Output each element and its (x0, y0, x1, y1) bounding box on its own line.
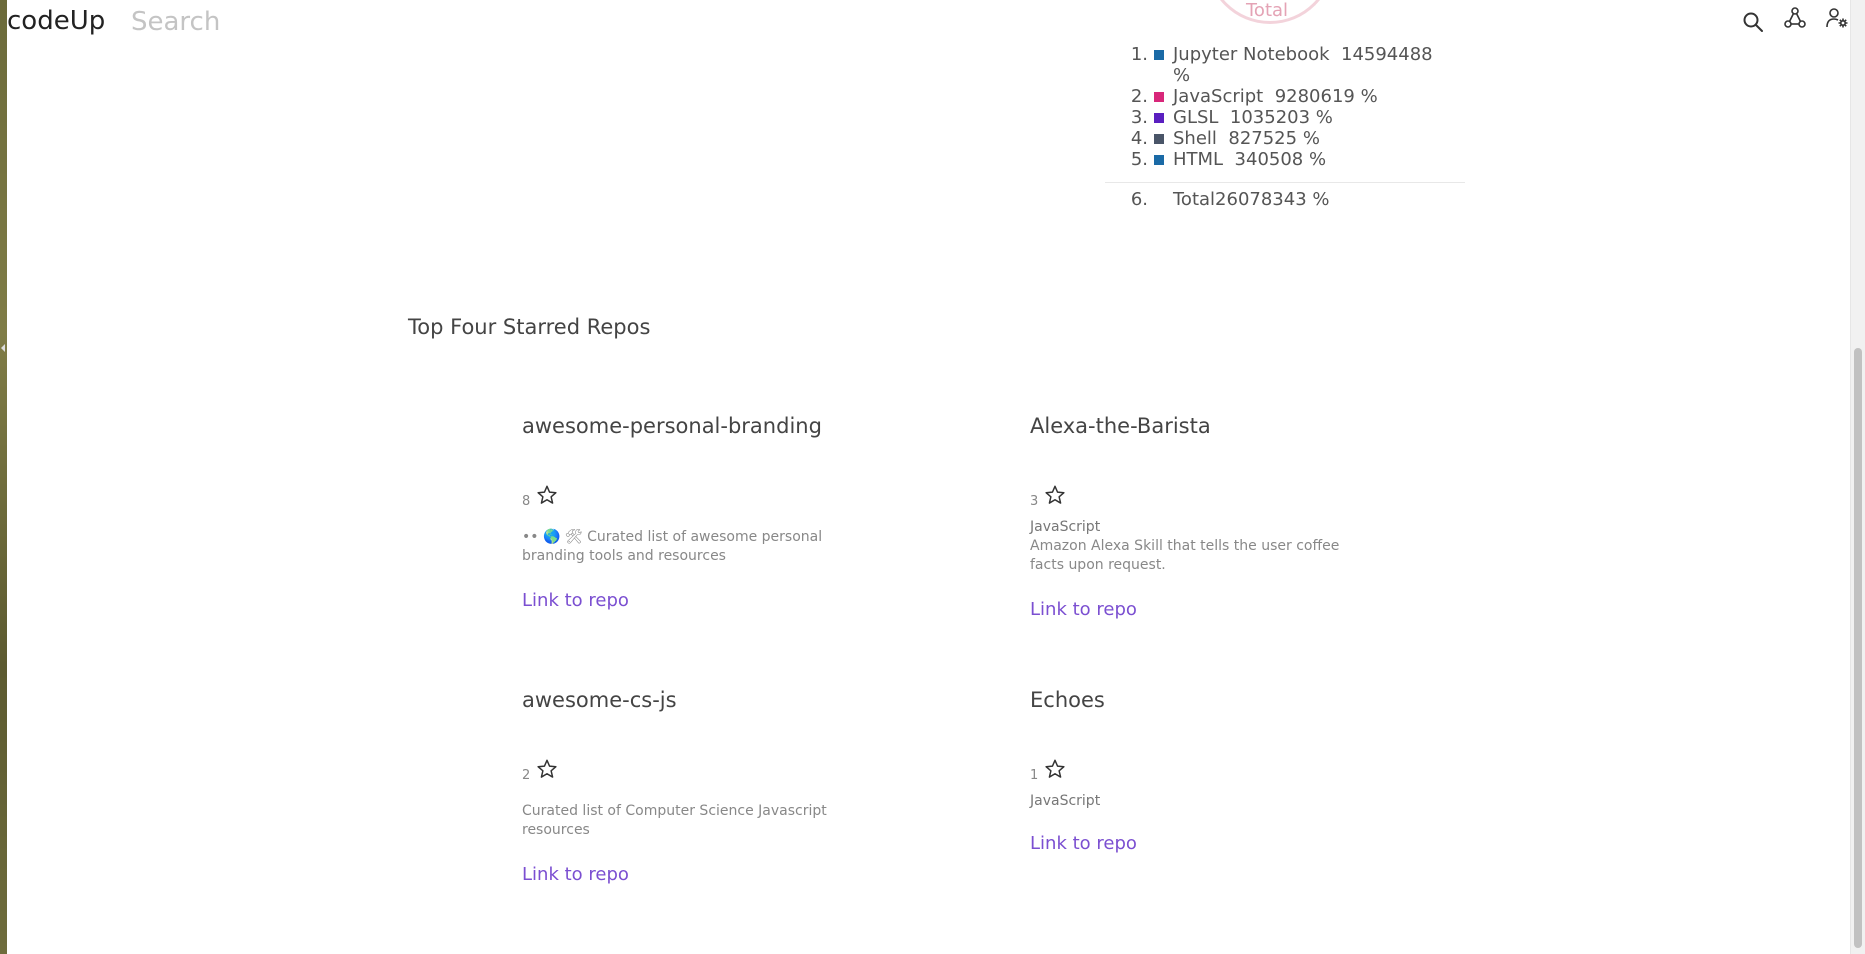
color-swatch (1154, 50, 1164, 60)
repo-stars: 3 (1030, 485, 1360, 509)
language-name: Shell (1173, 128, 1217, 149)
language-item: 5. HTML 340508 % (1105, 149, 1465, 170)
color-swatch (1154, 92, 1164, 102)
language-value: 1035203 (1229, 107, 1311, 128)
list-number: 5. (1130, 149, 1148, 170)
language-name: GLSL (1173, 107, 1219, 128)
repo-link[interactable]: Link to repo (1030, 833, 1137, 854)
repo-link[interactable]: Link to repo (1030, 599, 1137, 620)
language-value: 827525 (1228, 128, 1298, 149)
star-count: 8 (522, 494, 531, 509)
repo-card: Echoes 1 JavaScript Link to repo (1030, 688, 1360, 854)
repo-stars: 1 (1030, 759, 1360, 783)
repo-stars: 2 (522, 759, 852, 783)
list-number: 3. (1130, 107, 1148, 128)
list-number: 6. (1130, 189, 1148, 210)
language-item: 4. Shell 827525 % (1105, 128, 1465, 149)
repo-language: JavaScript (1030, 519, 1101, 535)
color-swatch (1154, 155, 1164, 165)
chart-center-label: Total (1246, 0, 1289, 21)
language-unit: % (1173, 65, 1191, 86)
language-unit: % (1360, 86, 1378, 107)
list-number: 4. (1130, 128, 1148, 149)
language-total: 6. Total26078343 % (1105, 182, 1465, 210)
language-item: 1. Jupyter Notebook 14594488 % (1105, 44, 1465, 86)
repo-language: JavaScript (1030, 793, 1101, 809)
language-value: 340508 (1234, 149, 1304, 170)
language-unit: % (1302, 128, 1320, 149)
language-name: HTML (1173, 149, 1224, 170)
total-label: Total26078343 % (1173, 189, 1330, 210)
repo-stars: 8 (522, 485, 852, 509)
star-icon[interactable] (1044, 758, 1066, 780)
star-count: 1 (1030, 768, 1039, 783)
language-legend: 1. Jupyter Notebook 14594488 % 2. JavaSc… (1105, 44, 1465, 210)
repo-link[interactable]: Link to repo (522, 590, 629, 611)
star-icon[interactable] (536, 758, 558, 780)
repo-description: Curated list of Computer Science Javascr… (522, 803, 827, 838)
app-logo[interactable]: codeUp (7, 6, 105, 36)
language-entry: JavaScript 9280619 % (1173, 86, 1433, 107)
repo-link[interactable]: Link to repo (522, 864, 629, 885)
star-icon[interactable] (1044, 484, 1066, 506)
language-name: Jupyter Notebook (1173, 44, 1330, 65)
star-count: 2 (522, 768, 531, 783)
repo-description: •• 🌎 🛠 Curated list of awesome personal … (522, 529, 823, 564)
language-value: 9280619 (1274, 86, 1355, 107)
repo-card: Alexa-the-Barista 3 JavaScript Amazon Al… (1030, 414, 1360, 620)
search-icon[interactable] (1741, 10, 1765, 34)
star-icon[interactable] (536, 484, 558, 506)
collapse-arrow-icon[interactable] (1, 344, 5, 352)
language-unit: % (1309, 149, 1327, 170)
repo-name: awesome-cs-js (522, 688, 677, 712)
repo-name: Alexa-the-Barista (1030, 414, 1211, 438)
repo-name: awesome-personal-branding (522, 414, 822, 438)
search-input[interactable] (129, 4, 413, 40)
network-icon[interactable] (1783, 6, 1807, 30)
vertical-scrollbar[interactable] (1850, 0, 1865, 954)
color-swatch (1154, 134, 1164, 144)
list-number: 2. (1130, 86, 1148, 107)
top-nav: codeUp (7, 0, 1851, 44)
color-swatch (1154, 113, 1164, 123)
repo-card: awesome-personal-branding 8 •• 🌎 🛠 Curat… (522, 414, 852, 611)
language-value: 14594488 (1341, 44, 1433, 65)
language-entry: HTML 340508 % (1173, 149, 1433, 170)
repo-card: awesome-cs-js 2 Curated list of Computer… (522, 688, 852, 885)
repo-description: Amazon Alexa Skill that tells the user c… (1030, 538, 1340, 573)
list-number: 1. (1130, 44, 1148, 65)
language-entry: Shell 827525 % (1173, 128, 1433, 149)
star-count: 3 (1030, 494, 1039, 509)
scrollbar-thumb[interactable] (1854, 348, 1862, 948)
language-entry: GLSL 1035203 % (1173, 107, 1433, 128)
language-entry: Jupyter Notebook 14594488 % (1173, 44, 1433, 86)
left-edge-panel (0, 0, 7, 954)
user-settings-icon[interactable] (1825, 6, 1849, 30)
section-title: Top Four Starred Repos (408, 315, 651, 339)
language-item: 3. GLSL 1035203 % (1105, 107, 1465, 128)
language-item: 2. JavaScript 9280619 % (1105, 86, 1465, 107)
repo-name: Echoes (1030, 688, 1105, 712)
language-name: JavaScript (1173, 86, 1264, 107)
language-unit: % (1315, 107, 1333, 128)
